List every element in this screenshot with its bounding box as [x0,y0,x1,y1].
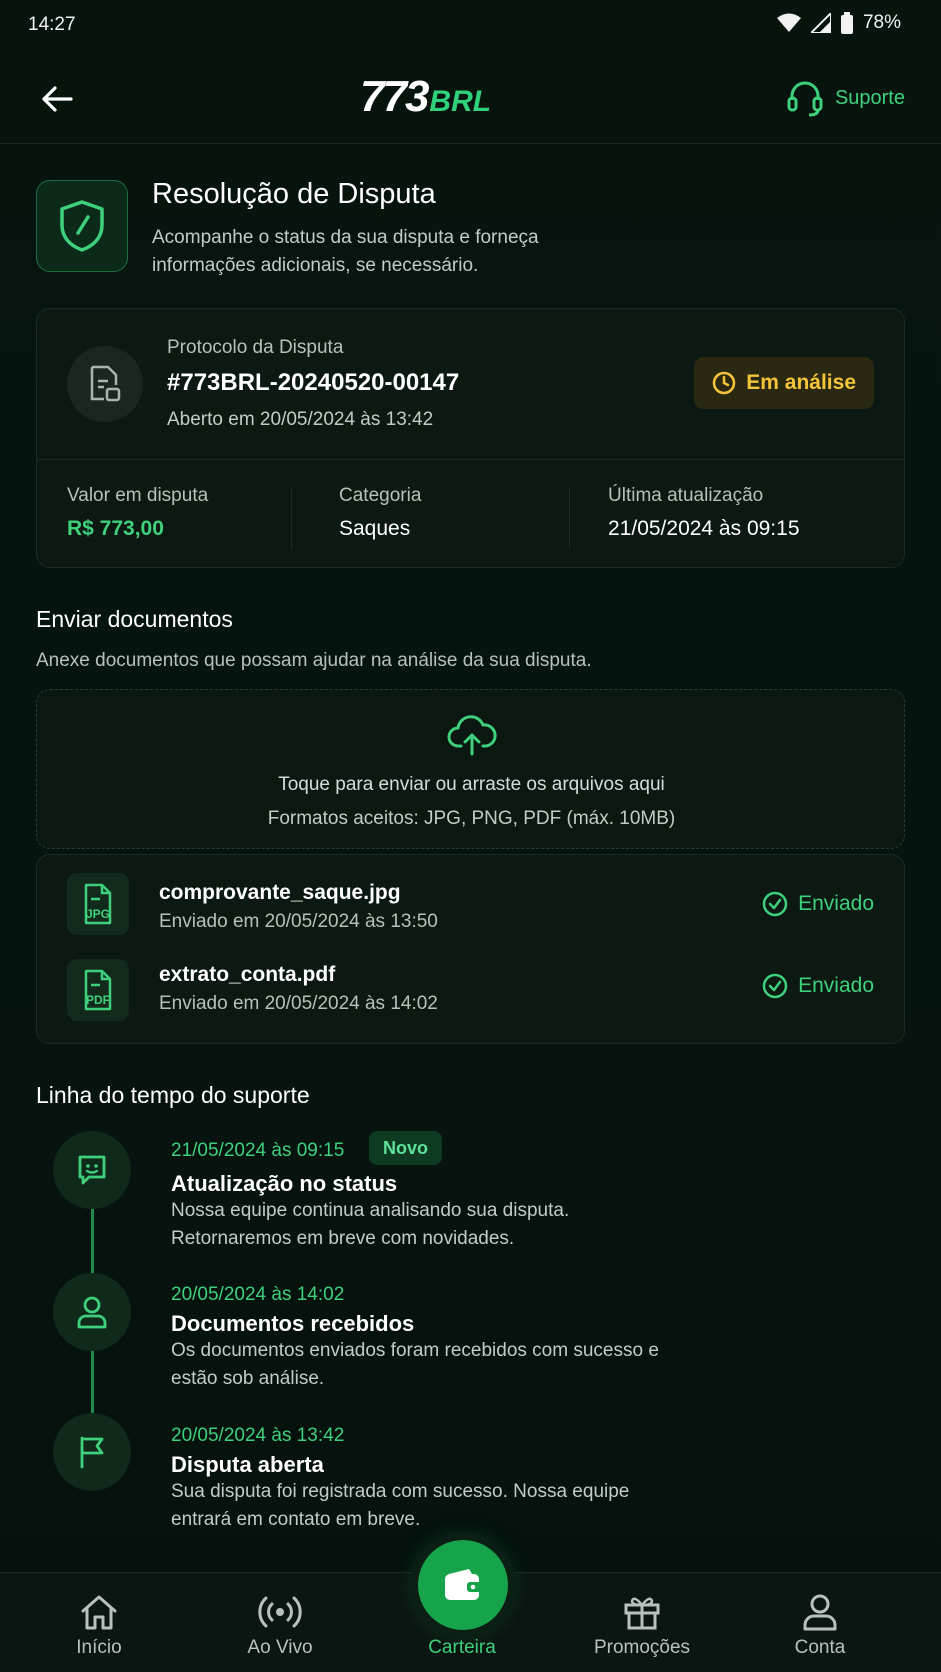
protocol-id: #773BRL-20240520-00147 [167,369,460,396]
nav-account-label: Conta [794,1637,846,1658]
timeline-event-title: Disputa aberta [171,1452,324,1477]
wallet-fab-button[interactable] [418,1540,508,1630]
user-icon [77,1296,107,1329]
status-badge: Em análise [694,357,874,409]
nav-home-label: Início [76,1637,122,1658]
headset-icon [787,81,823,117]
dispute-card: Protocolo da Disputa #773BRL-20240520-00… [36,308,905,568]
file-status-label: Enviado [798,974,874,997]
logo-number: 773 [360,72,429,121]
file-item[interactable]: PDF extrato_conta.pdf Enviado em 20/05/2… [37,949,904,1029]
value-label: Valor em disputa [67,485,209,506]
account-icon [803,1594,837,1631]
battery-percent: 78% [862,12,901,33]
nav-promotions-label: Promoções [593,1637,691,1658]
gift-icon [624,1597,660,1630]
document-icon [90,365,121,402]
nav-wallet-label: Carteira [428,1637,496,1658]
support-label: Suporte [834,86,905,109]
nav-live-label: Ao Vivo [247,1637,313,1658]
timeline-event-body: Os documentos enviados foram recebidos c… [171,1340,659,1389]
nav-home[interactable]: Início [19,1573,179,1672]
home-icon [81,1595,117,1630]
new-badge: Novo [369,1131,442,1165]
file-item[interactable]: JPG comprovante_saque.jpg Enviado em 20/… [37,863,904,943]
page-title-badge [36,180,128,272]
nav-account[interactable]: Conta [740,1573,900,1672]
card-divider [37,459,904,460]
last-update-label: Última atualização [608,485,764,506]
status-time: 14:27 [28,14,76,35]
file-status: Enviado [762,973,874,999]
upload-icon-wrap [37,714,906,756]
page-description: Acompanhe o status da sua disputa e forn… [152,227,539,276]
timeline-event-title: Documentos recebidos [171,1311,415,1336]
document-icon-container [67,346,143,422]
file-status-label: Enviado [798,892,874,915]
value-field: Valor em disputa R$ 773,00 [67,485,208,541]
uploaded-files-card: JPG comprovante_saque.jpg Enviado em 20/… [36,854,905,1044]
file-name: extrato_conta.pdf [159,963,336,986]
file-date: Enviado em 20/05/2024 às 14:02 [159,993,438,1014]
last-update-value: 21/05/2024 às 09:15 [608,517,800,540]
category-value: Saques [339,517,411,540]
flag-icon [80,1436,104,1469]
meta-divider [291,487,292,549]
timeline-event-date: 20/05/2024 às 13:42 [171,1425,345,1446]
status-label: Em análise [746,371,856,394]
dropzone-text: Toque para enviar ou arraste os arquivos… [278,774,665,795]
file-type-icon: PDF [67,959,129,1021]
check-circle-icon [762,891,788,917]
timeline-section-title: Linha do tempo do suporte [36,1082,310,1108]
timeline-event-icon [53,1273,131,1351]
file-type-icon: JPG [67,873,129,935]
logo-suffix: BRL [429,85,492,118]
file-type-label: JPG [85,907,110,921]
check-circle-icon [762,973,788,999]
clock-icon [713,371,736,395]
page-title: Resolução de Disputa [152,178,436,210]
wifi-icon [776,13,801,32]
opened-date: Aberto em 20/05/2024 às 13:42 [167,409,434,430]
last-update-field: Última atualização 21/05/2024 às 09:15 [608,485,800,541]
timeline-event-body: Nossa equipe continua analisando sua dis… [171,1200,570,1249]
protocol-label: Protocolo da Disputa [167,337,344,358]
chat-bubble-icon [78,1155,106,1185]
timeline-event-date: 20/05/2024 às 14:02 [171,1284,345,1305]
brand-logo: 773 BRL [360,72,491,122]
upload-section-subtitle: Anexe documentos que possam ajudar na an… [36,650,592,671]
nav-promotions[interactable]: Promoções [562,1573,722,1672]
battery-icon [840,12,853,34]
timeline-event-body: Sua disputa foi registrada com sucesso. … [171,1481,630,1530]
broadcast-icon [258,1596,302,1628]
app-header: 773 BRL Suporte [0,56,941,144]
support-button[interactable]: Suporte [785,78,905,118]
status-icons: 78% [776,12,901,34]
timeline-event-date: 21/05/2024 às 09:15 [171,1140,345,1161]
back-button[interactable] [34,76,80,122]
timeline-event-title: Atualização no status [171,1171,398,1196]
cloud-upload-icon [447,715,497,756]
category-label: Categoria [339,485,422,506]
wallet-icon [445,1569,481,1600]
upload-section-title: Enviar documentos [36,606,233,632]
file-status: Enviado [762,891,874,917]
arrow-left-icon [42,86,73,112]
file-name: comprovante_saque.jpg [159,881,401,904]
timeline-event-icon [53,1131,131,1209]
upload-dropzone[interactable]: Toque para enviar ou arraste os arquivos… [36,689,905,849]
timeline-event-icon [53,1413,131,1491]
nav-live[interactable]: Ao Vivo [200,1573,360,1672]
signal-icon [810,13,831,33]
file-date: Enviado em 20/05/2024 às 13:50 [159,911,438,932]
category-field: Categoria Saques [339,485,421,541]
file-type-label: PDF [86,993,110,1007]
accepted-formats: Formatos aceitos: JPG, PNG, PDF (máx. 10… [267,808,676,829]
meta-divider [569,487,570,549]
shield-icon [60,200,104,252]
value-amount: R$ 773,00 [67,517,164,540]
app-root: 14:27 78% 773 BRL Suporte Resolução de D… [0,0,941,1672]
